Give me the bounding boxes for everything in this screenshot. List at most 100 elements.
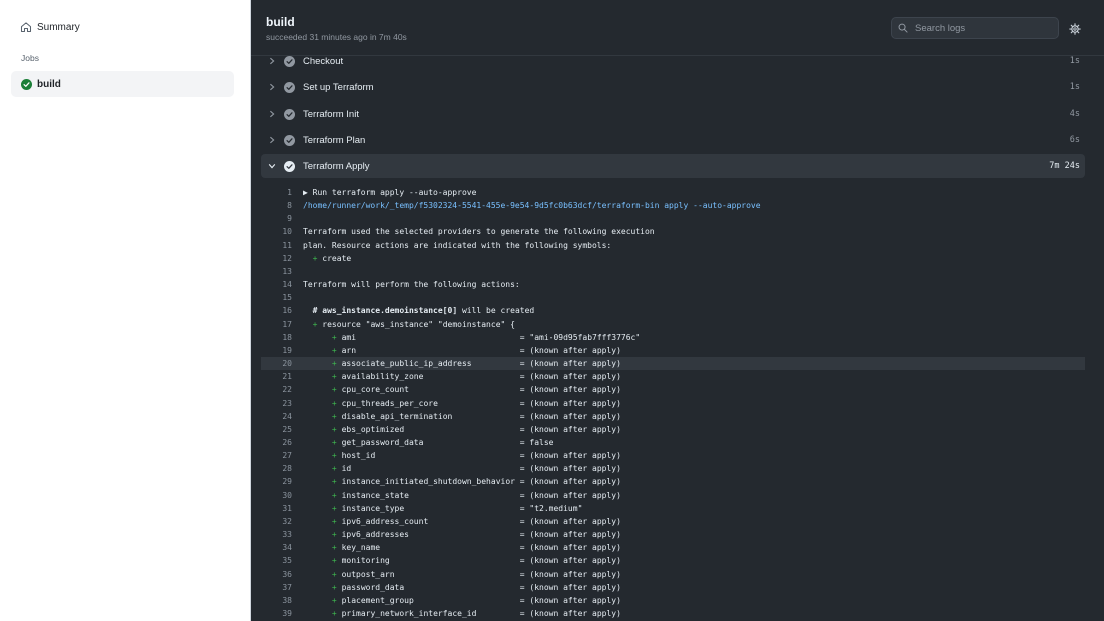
run-status: succeeded 31 minutes ago in 7m 40s [266, 32, 407, 42]
line-number[interactable]: 9 [261, 212, 292, 225]
line-number[interactable]: 39 [261, 607, 292, 620]
line-number[interactable]: 21 [261, 370, 292, 383]
line-number[interactable]: 36 [261, 568, 292, 581]
line-number[interactable]: 10 [261, 225, 292, 238]
line-content: cpu_core_count = (known after apply) [341, 385, 621, 395]
plus-symbol: + [312, 253, 318, 263]
log-line: 15 [261, 291, 1085, 304]
line-content: instance_state = (known after apply) [341, 490, 621, 500]
line-content: disable_api_termination = (known after a… [341, 411, 621, 421]
log-line: 38 + placement_group = (known after appl… [261, 594, 1085, 607]
log-line: 25 + ebs_optimized = (known after apply) [261, 423, 1085, 436]
line-content: ebs_optimized = (known after apply) [341, 424, 621, 434]
line-text: + ami = "ami-09d95fab7fff3776c" [303, 331, 640, 344]
line-number[interactable]: 1 [261, 186, 292, 199]
line-number[interactable]: 8 [261, 199, 292, 212]
line-number[interactable]: 32 [261, 515, 292, 528]
line-number[interactable]: 15 [261, 291, 292, 304]
line-number[interactable]: 22 [261, 383, 292, 396]
line-number[interactable]: 20 [261, 357, 292, 370]
line-number[interactable]: 33 [261, 528, 292, 541]
log-line: 9 [261, 212, 1085, 225]
line-text: + create [303, 252, 352, 265]
step-name: Set up Terraform [303, 81, 374, 93]
line-number[interactable]: 26 [261, 436, 292, 449]
plus-symbol: + [331, 595, 337, 605]
line-number[interactable]: 35 [261, 554, 292, 567]
plus-symbol: + [331, 424, 337, 434]
plus-symbol: + [331, 582, 337, 592]
step-terraform-apply[interactable]: Terraform Apply 7m 24s [261, 154, 1085, 178]
line-number[interactable]: 12 [261, 252, 292, 265]
line-number[interactable]: 19 [261, 344, 292, 357]
log-line: 37 + password_data = (known after apply) [261, 581, 1085, 594]
plus-symbol: + [331, 609, 337, 618]
log-line: 31 + instance_type = "t2.medium" [261, 502, 1085, 515]
step-name: Terraform Apply [303, 160, 370, 172]
search-box[interactable] [891, 17, 1059, 39]
line-number[interactable]: 17 [261, 318, 292, 331]
line-number[interactable]: 37 [261, 581, 292, 594]
line-text: ▶ Run terraform apply --auto-approve [303, 188, 477, 197]
line-number[interactable]: 25 [261, 423, 292, 436]
line-number[interactable]: 24 [261, 410, 292, 423]
plus-symbol: + [331, 345, 337, 355]
log-line: 32 + ipv6_address_count = (known after a… [261, 515, 1085, 528]
run-title: build [266, 15, 295, 29]
line-text: + ebs_optimized = (known after apply) [303, 423, 621, 436]
job-label: build [37, 78, 61, 90]
log-line: 8/home/runner/work/_temp/f5302324-5541-4… [261, 199, 1085, 212]
gear-icon[interactable] [1069, 23, 1081, 35]
plus-symbol: + [312, 319, 318, 329]
line-number[interactable]: 34 [261, 541, 292, 554]
line-number[interactable]: 14 [261, 278, 292, 291]
plus-symbol: + [331, 464, 337, 474]
line-number[interactable]: 31 [261, 502, 292, 515]
line-content: placement_group = (known after apply) [341, 595, 621, 605]
line-number[interactable]: 18 [261, 331, 292, 344]
log-line: 17 + resource "aws_instance" "demoinstan… [261, 318, 1085, 331]
chevron-right-icon [270, 57, 275, 65]
line-content: ipv6_address_count = (known after apply) [341, 516, 621, 526]
line-number[interactable]: 11 [261, 239, 292, 252]
job-item-build[interactable]: build [11, 71, 234, 97]
step-terraform-plan[interactable]: Terraform Plan 6s [261, 128, 1085, 152]
log-line: 34 + key_name = (known after apply) [261, 541, 1085, 554]
plus-symbol: + [331, 451, 337, 461]
line-number[interactable]: 30 [261, 489, 292, 502]
line-content: resource "aws_instance" "demoinstance" { [322, 319, 515, 329]
line-number[interactable]: 16 [261, 304, 292, 317]
step-setup-terraform[interactable]: Set up Terraform 1s [261, 75, 1085, 99]
line-number[interactable]: 29 [261, 475, 292, 488]
plus-symbol: + [331, 503, 337, 513]
line-number[interactable]: 27 [261, 449, 292, 462]
summary-link[interactable]: Summary [20, 18, 80, 36]
line-content: outpost_arn = (known after apply) [341, 569, 621, 579]
search-input[interactable] [913, 21, 1057, 35]
plus-symbol: + [331, 516, 337, 526]
log-line: 29 + instance_initiated_shutdown_behavio… [261, 475, 1085, 488]
line-content: primary_network_interface_id = (known af… [341, 609, 621, 618]
line-text: + associate_public_ip_address = (known a… [303, 357, 621, 370]
plus-symbol: + [331, 543, 337, 553]
line-content: id = (known after apply) [341, 464, 621, 474]
line-text: Terraform will perform the following act… [303, 280, 520, 290]
line-number[interactable]: 23 [261, 397, 292, 410]
log-line: 39 + primary_network_interface_id = (kno… [261, 607, 1085, 620]
chevron-right-icon [270, 83, 275, 91]
line-content: key_name = (known after apply) [341, 543, 621, 553]
line-content: instance_initiated_shutdown_behavior = (… [341, 477, 621, 487]
line-content: create [322, 253, 352, 263]
check-circle-icon [21, 78, 32, 90]
resource-address: # aws_instance.demoinstance[0] [312, 306, 458, 316]
plus-symbol: + [331, 556, 337, 566]
step-name: Checkout [303, 55, 344, 67]
line-text: + password_data = (known after apply) [303, 581, 621, 594]
line-number[interactable]: 38 [261, 594, 292, 607]
line-number[interactable]: 13 [261, 265, 292, 278]
step-terraform-init[interactable]: Terraform Init 4s [261, 102, 1085, 126]
log-line: 27 + host_id = (known after apply) [261, 449, 1085, 462]
log-panel: Checkout 1s Set up Terraform 1s Terrafor… [250, 0, 1104, 621]
line-number[interactable]: 28 [261, 462, 292, 475]
log-line: 20 + associate_public_ip_address = (know… [261, 357, 1085, 371]
